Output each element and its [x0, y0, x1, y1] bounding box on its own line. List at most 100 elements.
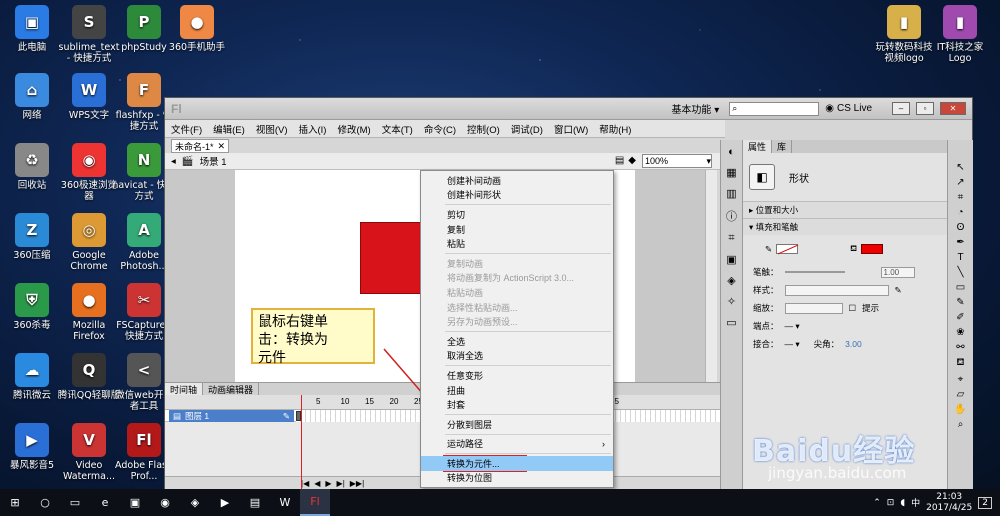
context-menu-item[interactable]: 分散到图层 — [421, 417, 613, 432]
menu-item[interactable]: 帮助(H) — [599, 122, 631, 136]
paint-bucket-tool-icon[interactable]: ⛾ — [956, 357, 964, 370]
play-icon[interactable]: ▶ — [325, 479, 331, 488]
zoom-tool-icon[interactable]: ⌕ — [958, 419, 964, 430]
context-menu-item[interactable]: 转换为位图 — [421, 471, 613, 486]
menu-item[interactable]: 窗口(W) — [554, 122, 588, 136]
desktop-icon[interactable]: ⛨ 360杀毒 — [0, 283, 64, 331]
info-icon[interactable]: ⓘ — [726, 208, 737, 224]
context-menu-item[interactable]: 任意变形 — [421, 368, 613, 383]
menu-item[interactable]: 命令(C) — [424, 122, 456, 136]
menu-item[interactable]: 编辑(E) — [213, 122, 245, 136]
context-menu-item[interactable]: 粘贴 — [421, 236, 613, 251]
properties-tab[interactable]: 属性 — [743, 140, 773, 153]
close-button[interactable]: ✕ — [940, 102, 966, 115]
desktop-icon[interactable]: ☁ 腾讯微云 — [0, 353, 64, 401]
align-icon[interactable]: ▥ — [726, 187, 736, 200]
pencil-tool-icon[interactable]: ✎ — [956, 297, 964, 308]
swatch-icon[interactable]: ▦ — [726, 166, 736, 179]
selection-tool-icon[interactable]: ↖ — [956, 162, 964, 173]
taskbar-app-icon[interactable]: ⊞ — [0, 489, 30, 516]
lasso-tool-icon[interactable]: ʘ — [957, 222, 965, 233]
desktop-icon[interactable]: ⌂ 网络 — [0, 73, 64, 121]
scale-select[interactable] — [784, 302, 843, 314]
timeline-tab[interactable]: 时间轴 — [165, 383, 204, 395]
taskbar-app-icon[interactable]: ◈ — [180, 489, 210, 516]
last-frame-icon[interactable]: ▶▶| — [350, 479, 364, 488]
components-icon[interactable]: ▣ — [726, 253, 736, 266]
taskbar-app-icon[interactable]: ○ — [30, 489, 60, 516]
motion-presets-icon[interactable]: ◈ — [727, 274, 735, 287]
desktop-icon[interactable]: ▮ IT科技之家Logo — [928, 5, 992, 64]
playhead[interactable] — [301, 395, 302, 490]
restore-button[interactable]: ▫ — [916, 102, 934, 115]
prev-frame-icon[interactable]: ◀ — [314, 479, 320, 488]
deco-tool-icon[interactable]: ❀ — [956, 327, 964, 338]
join-select[interactable]: — ▾ — [785, 339, 800, 350]
hand-tool-icon[interactable]: ✋ — [954, 404, 966, 415]
edit-symbol-icon[interactable]: ◆ — [628, 155, 636, 166]
context-menu-item[interactable]: 创建补间动画 — [421, 173, 613, 188]
taskbar-app-icon[interactable]: ▣ — [120, 489, 150, 516]
properties-tab[interactable]: 库 — [772, 140, 793, 153]
taskbar-app-icon[interactable]: ▶ — [210, 489, 240, 516]
section-fill-stroke[interactable]: ▾ 填充和笔触 — [743, 218, 947, 235]
cap-select[interactable]: — ▾ — [785, 321, 800, 332]
close-tab-icon[interactable]: ✕ — [218, 141, 226, 152]
subselection-tool-icon[interactable]: ↗ — [956, 177, 964, 188]
search-input[interactable]: ⌕ — [729, 101, 820, 116]
desktop-icon[interactable]: Z 360压缩 — [0, 213, 64, 261]
miter-value[interactable]: 3.00 — [845, 339, 862, 349]
desktop-icon[interactable]: ▣ 此电脑 — [0, 5, 64, 53]
menu-item[interactable]: 文本(T) — [382, 122, 413, 136]
layer-name-cell[interactable]: ▤ 图层 1 ✎ — [169, 410, 294, 422]
context-menu-item[interactable]: 转换为元件... — [421, 456, 613, 471]
context-menu-item[interactable]: 取消全选 — [421, 349, 613, 364]
pencil-edit-icon[interactable]: ✎ — [895, 285, 902, 296]
stroke-width-field[interactable]: 1.00 — [880, 266, 915, 278]
desktop-icon[interactable]: ▶ 暴风影音5 — [0, 423, 64, 471]
context-menu-item[interactable]: 全选 — [421, 334, 613, 349]
desktop-icon[interactable]: ▮ 玩转数码科技视频logo — [872, 5, 936, 64]
menu-item[interactable]: 视图(V) — [256, 122, 288, 136]
fill-color-swatch[interactable] — [861, 244, 884, 254]
next-frame-icon[interactable]: ▶| — [337, 479, 345, 488]
zoom-select[interactable]: 100% ▾ — [642, 154, 712, 168]
clock[interactable]: 21:03 2017/4/25 — [926, 492, 972, 514]
eyedropper-tool-icon[interactable]: ⌖ — [958, 374, 964, 385]
stroke-slider[interactable] — [784, 271, 845, 273]
red-rectangle-shape[interactable] — [360, 222, 422, 294]
taskbar-app-icon[interactable]: ▤ — [240, 489, 270, 516]
desktop-icon[interactable]: ♻ 回收站 — [0, 143, 64, 191]
back-arrow-icon[interactable]: ◂ — [171, 156, 176, 167]
history-icon[interactable]: ▭ — [726, 316, 736, 329]
first-frame-icon[interactable]: |◀ — [301, 479, 309, 488]
taskbar-app-icon[interactable]: W — [270, 489, 300, 516]
menu-item[interactable]: 插入(I) — [298, 122, 326, 136]
edit-scene-icon[interactable]: ▤ — [615, 155, 624, 166]
taskbar-app-icon[interactable]: ▭ — [60, 489, 90, 516]
text-tool-icon[interactable]: T — [957, 252, 963, 263]
workspace-selector[interactable]: 基本功能 ▾ — [667, 100, 723, 117]
context-menu-item[interactable]: 剪切 — [421, 207, 613, 222]
context-menu-item[interactable]: 封套 — [421, 397, 613, 412]
volume-icon[interactable]: ◖ — [900, 498, 905, 508]
free-transform-icon[interactable]: ⌗ — [958, 192, 964, 203]
desktop-icon[interactable]: ● 360手机助手 — [165, 5, 229, 53]
ime-indicator[interactable]: 中 — [911, 496, 920, 509]
cs-live-button[interactable]: ◉ CS Live — [825, 103, 886, 114]
menu-item[interactable]: 调试(D) — [511, 122, 543, 136]
minimize-button[interactable]: – — [892, 102, 910, 115]
context-menu-item[interactable]: 复制 — [421, 222, 613, 237]
eraser-tool-icon[interactable]: ▱ — [957, 389, 965, 400]
network-icon[interactable]: ⊡ — [887, 498, 895, 508]
taskbar-app-icon[interactable]: Fl — [300, 489, 330, 516]
hint-checkbox[interactable]: ☐ — [849, 303, 857, 314]
color-icon[interactable]: ◐ — [728, 146, 735, 158]
brush-tool-icon[interactable]: ✐ — [956, 312, 964, 323]
document-tab[interactable]: 未命名-1* ✕ — [171, 139, 230, 153]
section-position-size[interactable]: ▸ 位置和大小 — [743, 201, 947, 218]
pen-tool-icon[interactable]: ✒ — [956, 237, 964, 248]
transform-icon[interactable]: ⌗ — [728, 232, 734, 245]
vertical-scrollbar[interactable] — [705, 170, 717, 382]
menu-item[interactable]: 文件(F) — [171, 122, 202, 136]
